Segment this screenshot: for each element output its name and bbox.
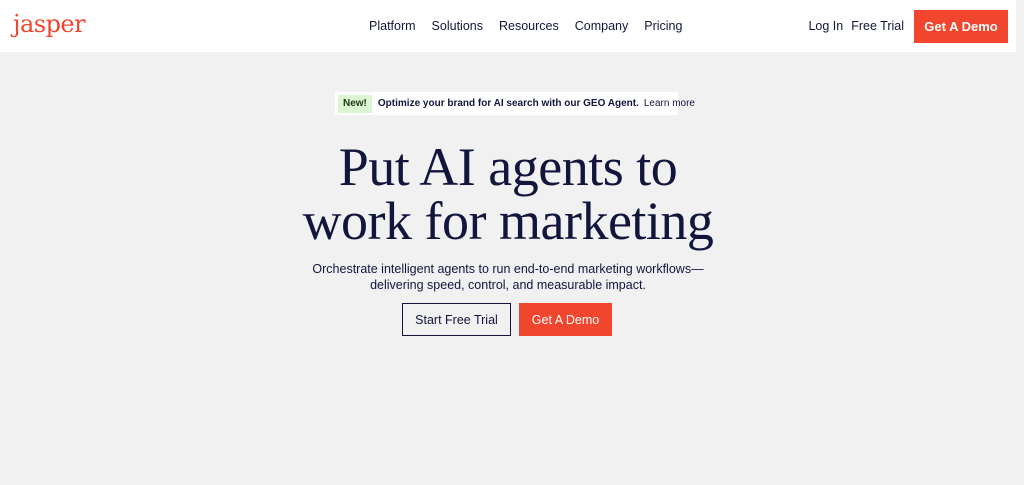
announcement-banner[interactable]: New! Optimize your brand for AI search w…	[335, 92, 695, 115]
scrollbar[interactable]	[1016, 0, 1024, 485]
nav-solutions[interactable]: Solutions	[432, 19, 483, 33]
hero-subtitle-line2: delivering speed, control, and measurabl…	[370, 277, 646, 292]
hero-title: Put AI agents to work for marketing	[0, 140, 1016, 248]
hero-title-line2: work for marketing	[302, 191, 714, 251]
get-demo-button[interactable]: Get A Demo	[519, 303, 612, 336]
hero-title-line1: Put AI agents to	[338, 137, 678, 197]
account-nav: Log In Free Trial Get A Demo	[808, 0, 1008, 52]
nav-resources[interactable]: Resources	[499, 19, 559, 33]
hero-subtitle-line1: Orchestrate intelligent agents to run en…	[312, 262, 704, 276]
new-badge: New!	[338, 94, 372, 113]
top-navigation-bar: jasper Platform Solutions Resources Comp…	[0, 0, 1016, 52]
learn-more-link[interactable]: Learn more	[644, 98, 695, 109]
hero-cta-group: Start Free Trial Get A Demo	[402, 303, 612, 336]
main-nav: Platform Solutions Resources Company Pri…	[369, 0, 682, 52]
nav-company[interactable]: Company	[575, 19, 629, 33]
login-link[interactable]: Log In	[808, 19, 843, 33]
get-demo-button-header[interactable]: Get A Demo	[914, 9, 1008, 43]
hero-subtitle: Orchestrate intelligent agents to run en…	[0, 262, 1016, 293]
jasper-logo[interactable]: jasper	[13, 9, 86, 39]
nav-pricing[interactable]: Pricing	[644, 19, 682, 33]
start-free-trial-button[interactable]: Start Free Trial	[402, 303, 511, 336]
banner-text: Optimize your brand for AI search with o…	[377, 98, 639, 109]
free-trial-link[interactable]: Free Trial	[851, 19, 904, 33]
nav-platform[interactable]: Platform	[369, 19, 416, 33]
